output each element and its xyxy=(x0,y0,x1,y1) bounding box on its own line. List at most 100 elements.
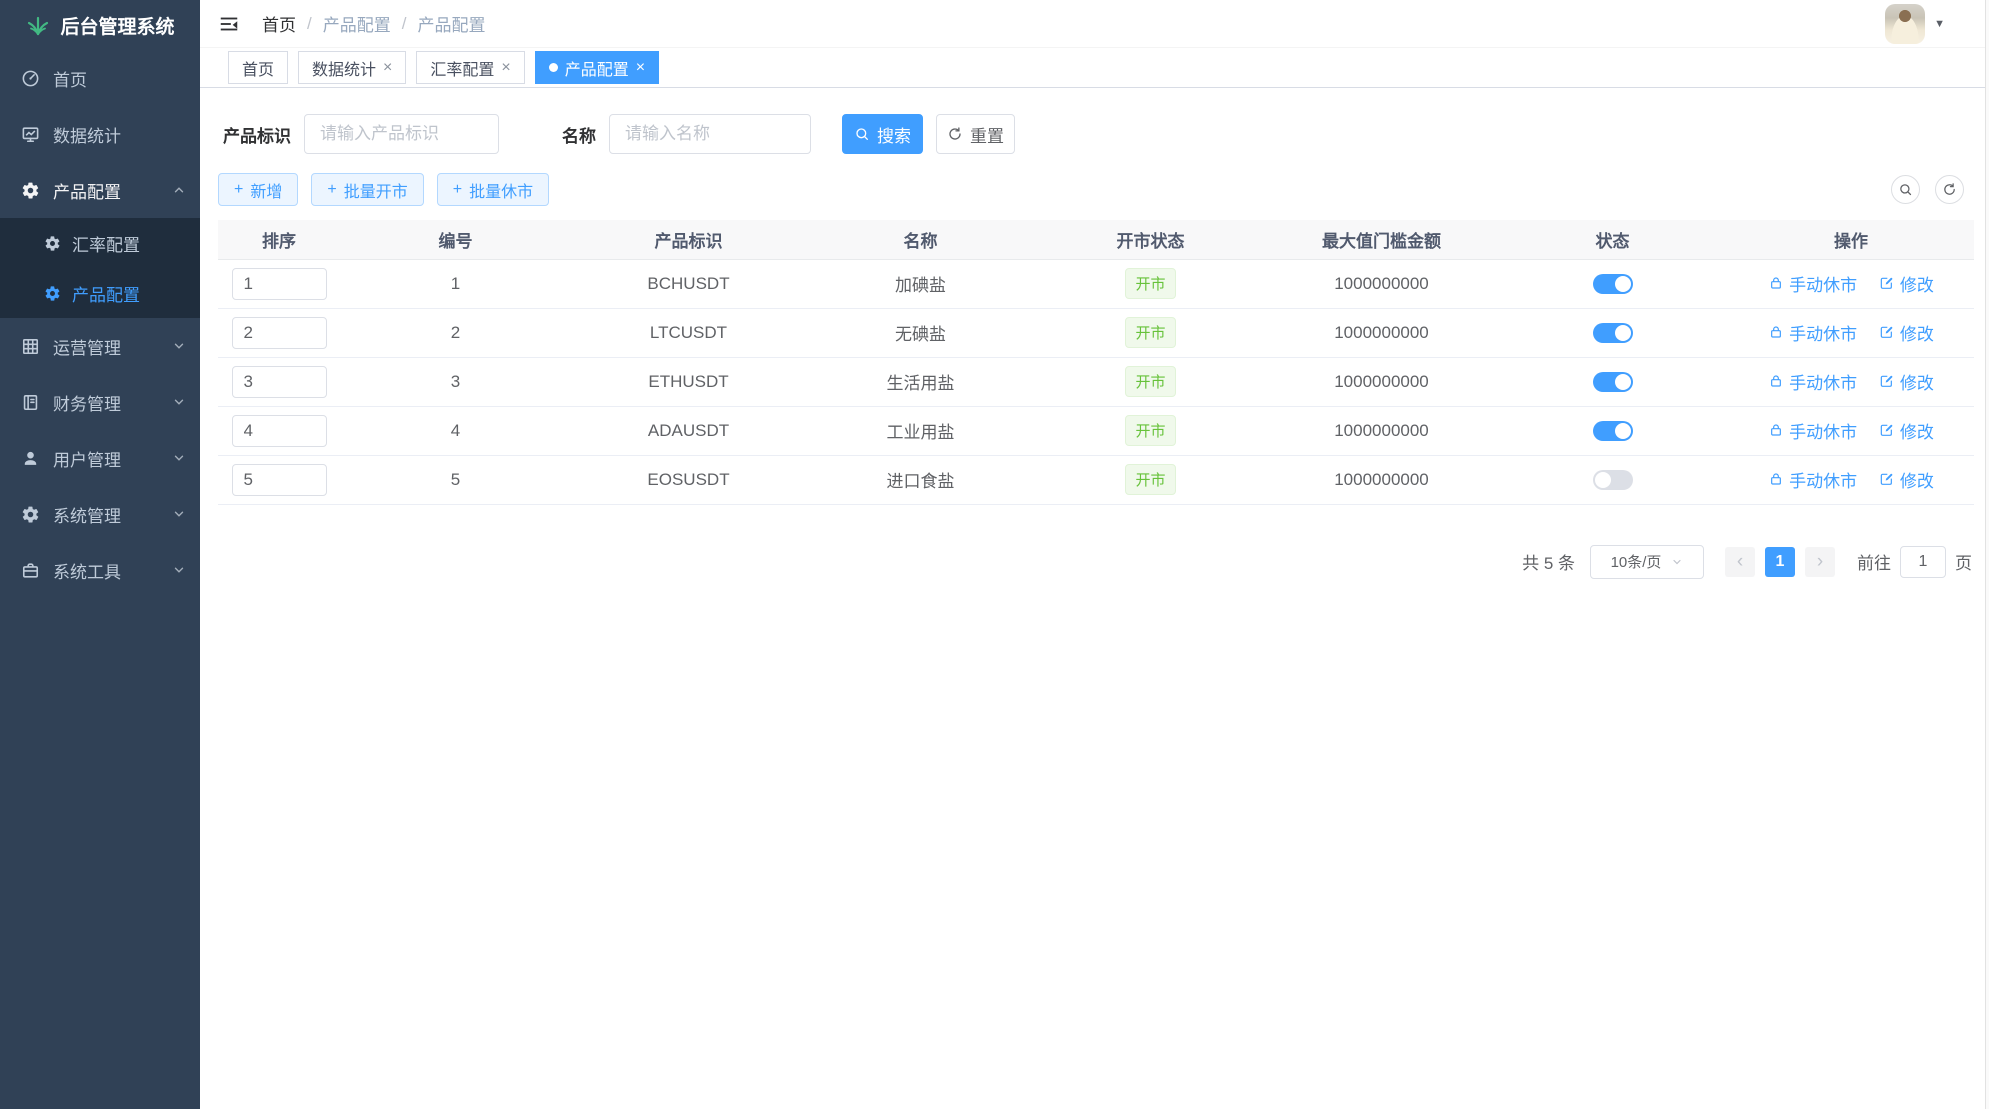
table-toolbar: + 新增 + 批量开市 + 批量休市 xyxy=(218,173,1972,206)
column-header-market-status: 开市状态 xyxy=(1035,220,1266,259)
product-table: 排序 编号 产品标识 名称 开市状态 最大值门槛金额 状态 操作 1 BCH xyxy=(218,220,1974,505)
sidebar: 后台管理系统 首页 数据统计 xyxy=(0,0,200,1109)
caret-down-icon[interactable]: ▼ xyxy=(1934,18,1945,30)
market-status-badge: 开市 xyxy=(1125,268,1175,299)
sort-input[interactable] xyxy=(232,268,327,300)
column-header-actions: 操作 xyxy=(1728,220,1974,259)
name-cell: 进口食盐 xyxy=(806,455,1035,504)
navbar-right: ▼ xyxy=(1885,4,1945,44)
breadcrumb-item[interactable]: 首页 xyxy=(262,11,296,36)
column-header-max-threshold: 最大值门槛金额 xyxy=(1266,220,1497,259)
manual-close-link[interactable]: 手动休市 xyxy=(1768,271,1857,296)
manual-close-link[interactable]: 手动休市 xyxy=(1768,467,1857,492)
close-icon[interactable]: × xyxy=(501,59,510,77)
chevron-down-icon xyxy=(172,563,186,577)
tab-product-config[interactable]: 产品配置 × xyxy=(535,51,659,84)
sidebar-subitem-product-config[interactable]: 产品配置 xyxy=(0,268,200,318)
tab-rate-config[interactable]: 汇率配置 × xyxy=(416,51,524,84)
app-title: 后台管理系统 xyxy=(60,12,174,39)
id-cell: 3 xyxy=(340,357,571,406)
close-icon[interactable]: × xyxy=(636,59,645,77)
manual-close-link[interactable]: 手动休市 xyxy=(1768,418,1857,443)
lock-icon xyxy=(1768,373,1784,389)
sidebar-subitem-rate-config[interactable]: 汇率配置 xyxy=(0,218,200,268)
sort-input[interactable] xyxy=(232,415,327,447)
batch-open-market-button[interactable]: + 批量开市 xyxy=(311,173,423,206)
sort-input[interactable] xyxy=(232,366,327,398)
search-button[interactable]: 搜索 xyxy=(842,114,923,154)
submenu-product-config: 汇率配置 产品配置 xyxy=(0,218,200,318)
sort-input[interactable] xyxy=(232,317,327,349)
page-size-select[interactable]: 10条/页 xyxy=(1590,545,1704,579)
plant-logo-icon xyxy=(25,13,51,37)
edit-icon xyxy=(1879,373,1895,389)
search-icon xyxy=(854,126,870,142)
symbol-filter-input[interactable] xyxy=(304,114,499,154)
sidebar-subitem-label: 产品配置 xyxy=(72,281,140,306)
column-header-status: 状态 xyxy=(1497,220,1728,259)
tab-label: 汇率配置 xyxy=(430,56,494,80)
status-toggle[interactable] xyxy=(1593,421,1633,441)
status-toggle[interactable] xyxy=(1593,470,1633,490)
next-page-button[interactable]: › xyxy=(1805,547,1835,577)
dashboard-icon xyxy=(20,69,40,88)
main-area: 首页 / 产品配置 / 产品配置 ▼ 首页 数据统计 × 汇率配置 × xyxy=(200,0,1989,1109)
status-toggle[interactable] xyxy=(1593,274,1633,294)
breadcrumb-item[interactable]: 产品配置 xyxy=(323,11,391,36)
add-button[interactable]: + 新增 xyxy=(218,173,298,206)
manual-close-link[interactable]: 手动休市 xyxy=(1768,369,1857,394)
market-status-badge: 开市 xyxy=(1125,366,1175,397)
sidebar-item-data-stats[interactable]: 数据统计 xyxy=(0,106,200,162)
close-icon[interactable]: × xyxy=(383,59,392,77)
plus-icon: + xyxy=(453,181,462,199)
gear-icon xyxy=(44,285,61,302)
status-toggle[interactable] xyxy=(1593,323,1633,343)
tab-label: 产品配置 xyxy=(565,56,629,80)
market-status-badge: 开市 xyxy=(1125,415,1175,446)
tab-home[interactable]: 首页 xyxy=(228,51,288,84)
chevron-down-icon xyxy=(172,395,186,409)
sidebar-item-users[interactable]: 用户管理 xyxy=(0,430,200,486)
pagination-total: 共 5 条 xyxy=(1522,549,1575,574)
table-refresh-icon-button[interactable] xyxy=(1935,175,1964,204)
edit-link[interactable]: 修改 xyxy=(1879,467,1934,492)
batch-close-market-button[interactable]: + 批量休市 xyxy=(437,173,549,206)
edit-link[interactable]: 修改 xyxy=(1879,320,1934,345)
max-threshold-cell: 1000000000 xyxy=(1266,455,1497,504)
sidebar-item-label: 产品配置 xyxy=(53,178,121,203)
tab-data-stats[interactable]: 数据统计 × xyxy=(298,51,406,84)
column-header-symbol: 产品标识 xyxy=(571,220,806,259)
active-dot xyxy=(549,63,558,72)
chevron-down-icon xyxy=(172,507,186,521)
sidebar-item-operations[interactable]: 运营管理 xyxy=(0,318,200,374)
sort-input[interactable] xyxy=(232,464,327,496)
sidebar-item-label: 首页 xyxy=(53,66,87,91)
sidebar-item-finance[interactable]: 财务管理 xyxy=(0,374,200,430)
user-avatar[interactable] xyxy=(1885,4,1925,44)
prev-page-button[interactable]: ‹ xyxy=(1725,547,1755,577)
goto-page-input[interactable] xyxy=(1900,546,1946,578)
edit-link[interactable]: 修改 xyxy=(1879,271,1934,296)
page-number-button[interactable]: 1 xyxy=(1765,547,1795,577)
sidebar-item-tools[interactable]: 系统工具 xyxy=(0,542,200,598)
edit-link[interactable]: 修改 xyxy=(1879,369,1934,394)
edit-link[interactable]: 修改 xyxy=(1879,418,1934,443)
column-header-name: 名称 xyxy=(806,220,1035,259)
filter-form: 产品标识 名称 搜索 xyxy=(223,114,1972,154)
sidebar-item-system[interactable]: 系统管理 xyxy=(0,486,200,542)
sidebar-item-label: 系统管理 xyxy=(53,502,121,527)
table-search-icon-button[interactable] xyxy=(1891,175,1920,204)
sidebar-item-label: 用户管理 xyxy=(53,446,121,471)
name-cell: 生活用盐 xyxy=(806,357,1035,406)
name-filter-input[interactable] xyxy=(609,114,811,154)
sidebar-item-product-config[interactable]: 产品配置 xyxy=(0,162,200,218)
sidebar-collapse-icon[interactable] xyxy=(218,13,240,35)
gear-icon xyxy=(20,505,40,524)
symbol-cell: LTCUSDT xyxy=(571,308,806,357)
scrollbar-track[interactable] xyxy=(1985,0,1989,1109)
manual-close-link[interactable]: 手动休市 xyxy=(1768,320,1857,345)
reset-button[interactable]: 重置 xyxy=(936,114,1015,154)
status-toggle[interactable] xyxy=(1593,372,1633,392)
tab-label: 数据统计 xyxy=(312,56,376,80)
sidebar-item-home[interactable]: 首页 xyxy=(0,50,200,106)
